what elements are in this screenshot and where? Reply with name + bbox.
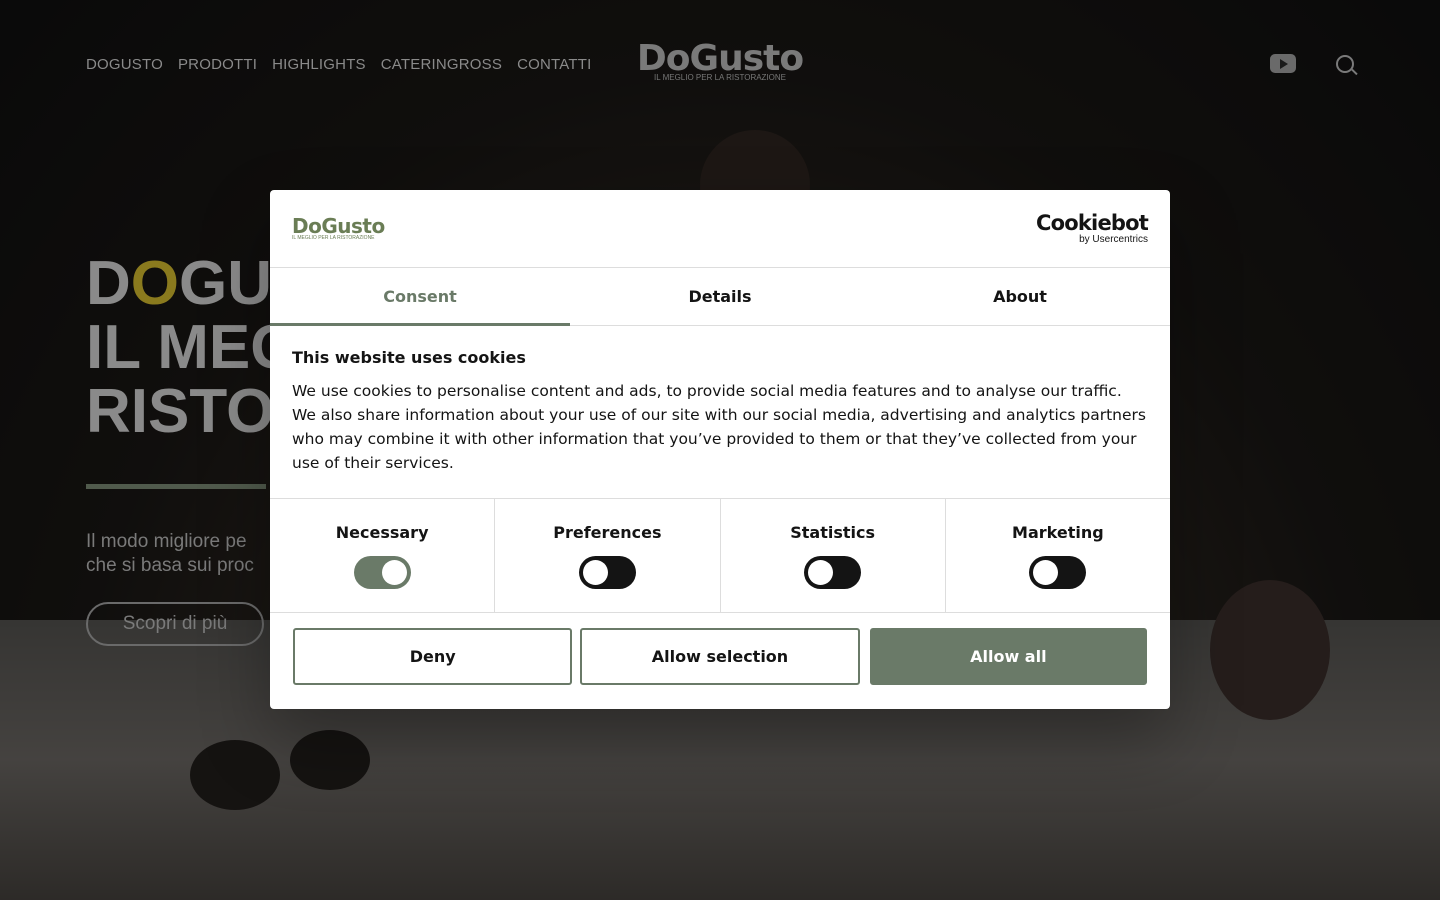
main-nav: DOGUSTO PRODOTTI HIGHLIGHTS CATERINGROSS…: [86, 56, 591, 73]
switch-knob: [1033, 560, 1059, 585]
switch-knob: [582, 560, 608, 585]
hero-title-line3: RISTO: [86, 377, 275, 446]
allow-selection-button[interactable]: Allow selection: [580, 628, 860, 685]
hero-title-d: D: [86, 249, 131, 318]
hero-title-rest: GU: [179, 249, 273, 318]
dialog-tabs: Consent Details About: [270, 268, 1170, 326]
hero-title-o: O: [130, 249, 180, 318]
toggle-necessary: Necessary: [270, 499, 496, 612]
nav-item-cateringross[interactable]: CATERINGROSS: [381, 56, 502, 73]
cookie-consent-dialog: DoGusto IL MEGLIO PER LA RISTORAZIONE Co…: [270, 190, 1170, 709]
hero-title: DOGU IL MEG RISTO: [86, 252, 298, 444]
nav-item-contatti[interactable]: CONTATTI: [517, 56, 591, 73]
nav-item-dogusto[interactable]: DOGUSTO: [86, 56, 163, 73]
allow-all-button[interactable]: Allow all: [869, 628, 1147, 685]
dialog-text: We use cookies to personalise content an…: [292, 382, 1146, 472]
toggle-preferences: Preferences: [495, 499, 721, 612]
toggle-marketing: Marketing: [946, 499, 1170, 612]
hero-divider: [86, 484, 266, 489]
cookiebot-logo[interactable]: Cookiebot by Usercentrics: [1036, 211, 1149, 245]
toggle-marketing-switch[interactable]: [1029, 556, 1087, 589]
dialog-logo: DoGusto IL MEGLIO PER LA RISTORAZIONE: [292, 214, 385, 241]
hero-subtitle-line1: Il modo migliore pe: [86, 531, 247, 552]
toggle-necessary-label: Necessary: [335, 523, 429, 542]
hero-subtitle: Il modo migliore pe che si basa sui proc: [86, 530, 266, 578]
tab-details[interactable]: Details: [570, 268, 870, 325]
consent-toggles: Necessary Preferences Statistics Marketi…: [270, 498, 1170, 613]
toggle-preferences-switch[interactable]: [578, 556, 636, 589]
dialog-buttons: Deny Allow selection Allow all: [270, 613, 1170, 685]
tab-about[interactable]: About: [870, 268, 1170, 325]
scopri-button[interactable]: Scopri di più: [86, 602, 264, 646]
dialog-header: DoGusto IL MEGLIO PER LA RISTORAZIONE Co…: [270, 190, 1170, 268]
toggle-marketing-label: Marketing: [1012, 523, 1104, 542]
dialog-heading: This website uses cookies: [292, 348, 526, 367]
hero-subtitle-line2: che si basa sui proc: [86, 555, 254, 576]
toggle-necessary-switch[interactable]: [353, 556, 411, 589]
toggle-statistics-switch[interactable]: [804, 556, 862, 589]
nav-item-prodotti[interactable]: PRODOTTI: [178, 56, 257, 73]
search-icon[interactable]: [1336, 55, 1354, 73]
switch-knob: [808, 560, 834, 585]
toggle-statistics-label: Statistics: [790, 523, 875, 542]
youtube-icon[interactable]: [1270, 54, 1296, 73]
tab-consent[interactable]: Consent: [270, 268, 570, 326]
toggle-preferences-label: Preferences: [553, 523, 662, 542]
toggle-statistics: Statistics: [721, 499, 946, 612]
dialog-logo-tagline: IL MEGLIO PER LA RISTORAZIONE: [292, 235, 375, 241]
cookiebot-logo-sub: by Usercentrics: [1079, 234, 1148, 245]
switch-knob: [381, 560, 407, 585]
deny-button[interactable]: Deny: [293, 628, 573, 685]
dialog-body: This website uses cookies We use cookies…: [270, 326, 1170, 498]
nav-item-highlights[interactable]: HIGHLIGHTS: [272, 56, 366, 73]
hero-title-line2: IL MEG: [86, 313, 299, 382]
site-logo[interactable]: DoGusto IL MEGLIO PER LA RISTORAZIONE: [620, 38, 820, 82]
cookiebot-logo-text: Cookiebot: [1036, 211, 1149, 235]
